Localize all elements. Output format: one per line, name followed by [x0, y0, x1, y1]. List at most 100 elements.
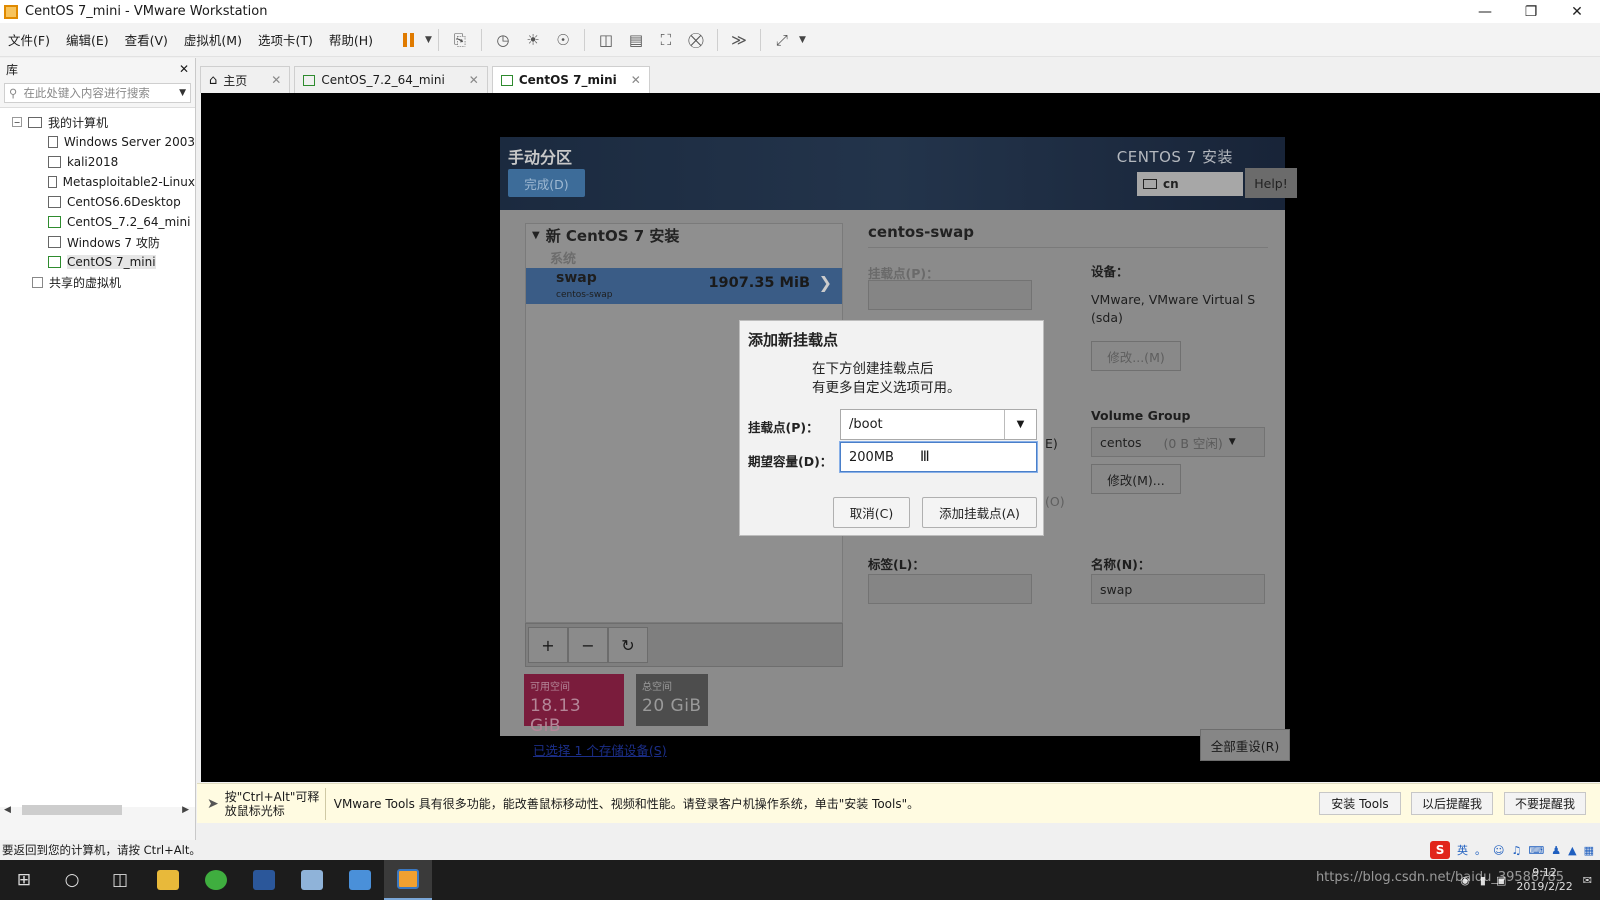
- status-text: 要返回到您的计算机，请按 Ctrl+Alt。: [2, 843, 201, 857]
- menu-tabs[interactable]: 选项卡(T): [250, 30, 321, 49]
- restore-button[interactable]: ❐: [1508, 0, 1554, 23]
- tree-item-vm[interactable]: Windows 7 攻防: [0, 232, 195, 252]
- tree-item-shared-vms[interactable]: 共享的虚拟机: [0, 272, 195, 292]
- close-icon[interactable]: ✕: [271, 73, 281, 87]
- help-button[interactable]: Help!: [1245, 168, 1297, 198]
- console-icon[interactable]: ≫: [726, 27, 752, 53]
- vm-display[interactable]: 手动分区 完成(D) CENTOS 7 安装 cn Help! ▼ 新 Cent…: [201, 93, 1600, 782]
- horizontal-scrollbar[interactable]: ◀ ▶: [4, 802, 191, 818]
- microphone-icon[interactable]: ♫: [1511, 844, 1521, 857]
- skin-icon[interactable]: ▲: [1568, 844, 1576, 857]
- user-icon[interactable]: ♟: [1551, 844, 1561, 857]
- tree-item-vm[interactable]: kali2018: [0, 152, 195, 172]
- close-icon[interactable]: ✕: [179, 62, 189, 76]
- show-library-icon[interactable]: ◫: [593, 27, 619, 53]
- tag-label: 标签(L)：: [868, 557, 925, 572]
- pause-button[interactable]: [395, 27, 421, 53]
- vmware-tools-bar: ➤ 按"Ctrl+Alt"可释放鼠标光标 VMware Tools 具有很多功能…: [197, 783, 1600, 823]
- collapse-icon[interactable]: −: [12, 117, 22, 127]
- scroll-left-icon[interactable]: ◀: [4, 805, 11, 815]
- taskbar-vmware[interactable]: [384, 860, 432, 900]
- menu-file[interactable]: 文件(F): [0, 30, 58, 49]
- unity-icon[interactable]: ⛒: [683, 27, 709, 53]
- grid-icon[interactable]: ▦: [1584, 844, 1594, 857]
- never-remind-button[interactable]: 不要提醒我: [1504, 792, 1586, 815]
- name-field[interactable]: swap: [1091, 574, 1265, 604]
- scroll-thumb[interactable]: [22, 805, 122, 815]
- fullscreen-icon[interactable]: ⛶: [653, 27, 679, 53]
- available-space: 可用空间 18.13 GiB: [524, 674, 624, 736]
- vm-icon: [48, 136, 58, 148]
- partition-row-swap[interactable]: swap centos-swap 1907.35 MiB ❯: [526, 268, 842, 304]
- keyboard-layout[interactable]: cn: [1137, 172, 1243, 196]
- tree-item-vm[interactable]: CentOS_7.2_64_mini: [0, 212, 195, 232]
- close-icon[interactable]: ✕: [469, 73, 479, 87]
- storage-devices-link[interactable]: 已选择 1 个存储设备(S): [533, 740, 667, 759]
- tab-vm-active[interactable]: CentOS 7_mini ✕: [491, 66, 650, 93]
- library-search-input[interactable]: ⚲ 在此处键入内容进行搜索 ▼: [4, 83, 191, 103]
- menu-help[interactable]: 帮助(H): [321, 30, 381, 49]
- mount-point-combo[interactable]: /boot ▼: [840, 409, 1037, 440]
- details-title: centos-swap: [868, 223, 975, 241]
- taskbar-file-explorer[interactable]: [144, 860, 192, 900]
- install-section-header[interactable]: ▼ 新 CentOS 7 安装: [526, 224, 842, 246]
- sogou-ime-icon[interactable]: S: [1430, 841, 1451, 859]
- chevron-down-icon[interactable]: ▼: [799, 35, 806, 45]
- revert-snapshot-icon[interactable]: ☀: [520, 27, 546, 53]
- search-icon[interactable]: ○: [48, 860, 96, 900]
- chevron-down-icon[interactable]: ▼: [425, 35, 432, 45]
- emoji-icon[interactable]: ☺: [1493, 844, 1504, 857]
- tree-item-vm[interactable]: Windows Server 2003: [0, 132, 195, 152]
- tree-item-vm-selected[interactable]: CentOS 7_mini: [0, 252, 195, 272]
- capacity-input[interactable]: 200MB Ⅲ: [840, 442, 1037, 472]
- close-button[interactable]: ✕: [1554, 0, 1600, 23]
- vm-icon: [500, 74, 513, 86]
- taskbar-app[interactable]: [288, 860, 336, 900]
- send-keys-icon[interactable]: ⎘: [447, 27, 473, 53]
- chevron-down-icon[interactable]: ▼: [1004, 410, 1036, 439]
- minimize-button[interactable]: —: [1462, 0, 1508, 23]
- ime-language[interactable]: 英: [1457, 842, 1468, 858]
- reset-all-button[interactable]: 全部重设(R): [1200, 729, 1290, 761]
- volume-group-select[interactable]: centos (0 B 空闲) ▼: [1091, 427, 1265, 457]
- library-panel: 库 ✕ ⚲ 在此处键入内容进行搜索 ▼ − 我的计算机 Windows Serv…: [0, 58, 196, 840]
- windows-start-icon[interactable]: ⊞: [0, 860, 48, 900]
- add-mount-point-confirm-button[interactable]: 添加挂载点(A): [922, 497, 1037, 528]
- tree-item-vm[interactable]: Metasploitable2-Linux: [0, 172, 195, 192]
- tab-vm[interactable]: CentOS_7.2_64_mini ✕: [294, 66, 488, 93]
- notification-icon[interactable]: ✉: [1583, 874, 1592, 887]
- menu-view[interactable]: 查看(V): [117, 30, 176, 49]
- cancel-button[interactable]: 取消(C): [833, 497, 910, 528]
- taskbar-browser[interactable]: [192, 860, 240, 900]
- browser-icon: [205, 870, 227, 890]
- taskbar-remote-desktop[interactable]: [336, 860, 384, 900]
- mount-point-label: 挂载点(P)：: [748, 420, 819, 435]
- install-tools-button[interactable]: 安装 Tools: [1319, 792, 1401, 815]
- taskbar-word[interactable]: [240, 860, 288, 900]
- add-mount-point-button[interactable]: +: [528, 627, 568, 663]
- tree-item-vm[interactable]: CentOS6.6Desktop: [0, 192, 195, 212]
- modify-device-button[interactable]: 修改...(M): [1091, 341, 1181, 371]
- task-view-icon[interactable]: ◫: [96, 860, 144, 900]
- keyboard-icon[interactable]: ⌨: [1528, 844, 1544, 857]
- tag-field[interactable]: [868, 574, 1032, 604]
- punctuation-icon[interactable]: 。: [1475, 842, 1486, 858]
- mount-point-field[interactable]: [868, 280, 1032, 310]
- stretch-icon[interactable]: ⤢: [769, 27, 795, 53]
- close-icon[interactable]: ✕: [631, 73, 641, 87]
- remove-mount-point-button[interactable]: −: [568, 627, 608, 663]
- chevron-down-icon[interactable]: ▼: [179, 88, 186, 98]
- remind-later-button[interactable]: 以后提醒我: [1411, 792, 1493, 815]
- snapshot-manager-icon[interactable]: ☉: [550, 27, 576, 53]
- snapshot-icon[interactable]: ◷: [490, 27, 516, 53]
- tab-home[interactable]: ⌂ 主页 ✕: [200, 66, 291, 93]
- tree-item-my-computer[interactable]: − 我的计算机: [0, 112, 195, 132]
- menu-edit[interactable]: 编辑(E): [58, 30, 117, 49]
- done-button[interactable]: 完成(D): [508, 169, 585, 197]
- scroll-right-icon[interactable]: ▶: [182, 805, 189, 815]
- thumbnail-bar-icon[interactable]: ▤: [623, 27, 649, 53]
- vm-icon: [48, 236, 61, 248]
- refresh-icon[interactable]: ↻: [608, 627, 648, 663]
- modify-volume-group-button[interactable]: 修改(M)...: [1091, 464, 1181, 494]
- menu-vm[interactable]: 虚拟机(M): [176, 30, 250, 49]
